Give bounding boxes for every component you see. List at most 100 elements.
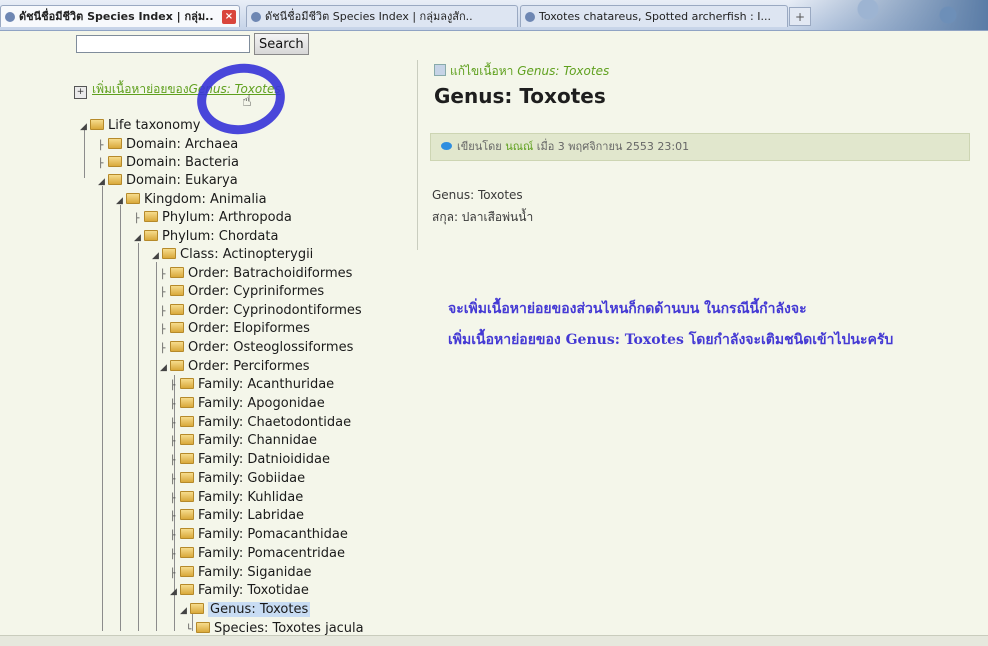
tree-node[interactable]: ├ Family: Acanthuridae [170,376,334,394]
folder-icon [180,378,194,389]
tree-branch-icon: ├ [170,494,176,504]
tree-branch-icon: ├ [160,307,166,317]
tree-line [102,186,103,631]
expand-toggle-icon[interactable]: ◢ [160,359,170,377]
tree-branch-icon: ├ [170,381,176,391]
edit-link-prefix: แก้ไขเนื้อหา [450,64,514,78]
comment-bubble-icon [441,142,452,150]
tree-node[interactable]: ├ Domain: Bacteria [98,154,239,172]
expand-toggle-icon[interactable]: ◢ [116,192,126,210]
folder-icon [162,248,176,259]
edit-content-link[interactable]: แก้ไขเนื้อหา Genus: Toxotes [434,62,609,81]
tree-node[interactable]: ◢ Family: Toxotidae [170,582,309,600]
folder-icon [180,434,194,445]
expand-toggle-icon[interactable]: ◢ [152,247,162,265]
expand-toggle-icon[interactable]: ◢ [80,118,90,136]
folder-icon [170,285,184,296]
add-child-prefix: เพิ่มเนื้อหาย่อยของ [92,82,189,96]
tree-node[interactable]: ├ Family: Kuhlidae [170,489,303,507]
meta-date: เมื่อ 3 พฤศจิกายน 2553 23:01 [536,140,690,153]
expand-toggle-icon[interactable]: ◢ [180,602,190,620]
tree-node[interactable]: ◢ Class: Actinopterygii [152,246,313,264]
tree-line [156,262,157,631]
expand-toggle-icon[interactable]: ◢ [98,173,108,191]
expand-toggle-icon[interactable]: ◢ [134,229,144,247]
tree-branch-icon: ├ [98,159,104,169]
tab-label: ดัชนีชื่อมีชีวิต Species Index | กลุ่มลง… [265,10,473,23]
expand-toggle-icon[interactable]: ◢ [170,583,180,601]
tab-label: ดัชนีชื่อมีชีวิต Species Index | กลุ่ม.. [19,10,214,23]
tree-node[interactable]: ├ Phylum: Arthropoda [134,209,292,227]
tree-node[interactable]: ├ Order: Cyprinodontiformes [160,302,362,320]
tree-node[interactable]: ├ Order: Elopiformes [160,320,310,338]
tab-species-index-2[interactable]: ดัชนีชื่อมีชีวิต Species Index | กลุ่มลง… [246,5,518,27]
meta-by: เขียนโดย [457,140,502,153]
folder-icon [180,416,194,427]
tab-species-index-active[interactable]: ดัชนีชื่อมีชีวิต Species Index | กลุ่ม..… [0,5,240,27]
content-genus: Genus: Toxotes [432,188,523,202]
tabbar-decoration [788,0,988,30]
author-link[interactable]: นณณ์ [505,140,533,153]
tree-node[interactable]: ├ Order: Cypriniformes [160,283,324,301]
tree-node[interactable]: ◢ Domain: Eukarya [98,172,238,190]
tree-branch-icon: ├ [170,400,176,410]
folder-icon [180,584,194,595]
tree-branch-icon: ├ [160,325,166,335]
folder-icon [170,304,184,315]
folder-icon [180,397,194,408]
tree-node-selected[interactable]: ◢ Genus: Toxotes [180,601,311,620]
folder-icon [180,491,194,502]
tree-node[interactable]: ├ Family: Labridae [170,507,304,525]
folder-icon [180,547,194,558]
hand-cursor-icon: ☝ [242,91,252,110]
favicon-icon [525,12,535,22]
tree-node[interactable]: ◢ Life taxonomy [80,117,200,135]
folder-icon [190,603,204,614]
folder-icon [180,472,194,483]
content-divider [417,60,418,250]
tree-node[interactable]: ├ Family: Gobiidae [170,470,305,488]
tree-node[interactable]: ├ Family: Pomacentridae [170,545,345,563]
tree-node[interactable]: ├ Family: Chaetodontidae [170,414,351,432]
tree-line [120,205,121,631]
search-button[interactable]: Search [254,33,309,55]
tree-branch-icon: ├ [98,141,104,151]
tree-node[interactable]: ├ Family: Apogonidae [170,395,325,413]
tree-branch-icon: ├ [170,569,176,579]
tree-node[interactable]: ◢ Kingdom: Animalia [116,191,267,209]
tree-node[interactable]: ◢ Phylum: Chordata [134,228,278,246]
tree-branch-icon: ├ [160,288,166,298]
tree-node[interactable]: ◢ Order: Perciformes [160,358,310,376]
new-tab-button[interactable]: + [789,7,811,26]
folder-icon [170,360,184,371]
status-bar [0,635,988,646]
search-input[interactable] [76,35,250,53]
tree-branch-icon: ├ [160,270,166,280]
tree-node[interactable]: ├ Family: Channidae [170,432,317,450]
folder-icon [170,341,184,352]
folder-icon [108,138,122,149]
tree-node[interactable]: ├ Order: Osteoglossiformes [160,339,353,357]
tree-branch-icon: ├ [134,214,140,224]
tab-toxotes-archerfish[interactable]: Toxotes chatareus, Spotted archerfish : … [520,5,788,27]
annotation-line-1: จะเพิ่มเนื้อหาย่อยของส่วนไหนก็กดด้านบน ใ… [448,301,807,317]
pencil-icon [434,64,446,76]
tree-branch-icon: ├ [160,344,166,354]
folder-icon [126,193,140,204]
tree-node[interactable]: ├ Family: Datnioididae [170,451,330,469]
folder-icon [108,174,122,185]
folder-icon [180,509,194,520]
edit-link-target: Genus: Toxotes [517,64,610,78]
tree-node[interactable]: ├ Family: Siganidae [170,564,312,582]
browser-tab-bar: ดัชนีชื่อมีชีวิต Species Index | กลุ่ม..… [0,0,988,31]
add-icon: + [74,86,87,99]
tree-node[interactable]: ├ Family: Pomacanthidae [170,526,348,544]
close-tab-icon[interactable]: × [222,10,236,24]
tree-branch-icon: ├ [170,531,176,541]
tree-node[interactable]: ├ Domain: Archaea [98,136,238,154]
page-title: Genus: Toxotes [434,84,606,108]
tree-node[interactable]: ├ Order: Batrachoidiformes [160,265,352,283]
favicon-icon [251,12,261,22]
folder-icon [180,528,194,539]
tree-branch-icon: ├ [170,475,176,485]
